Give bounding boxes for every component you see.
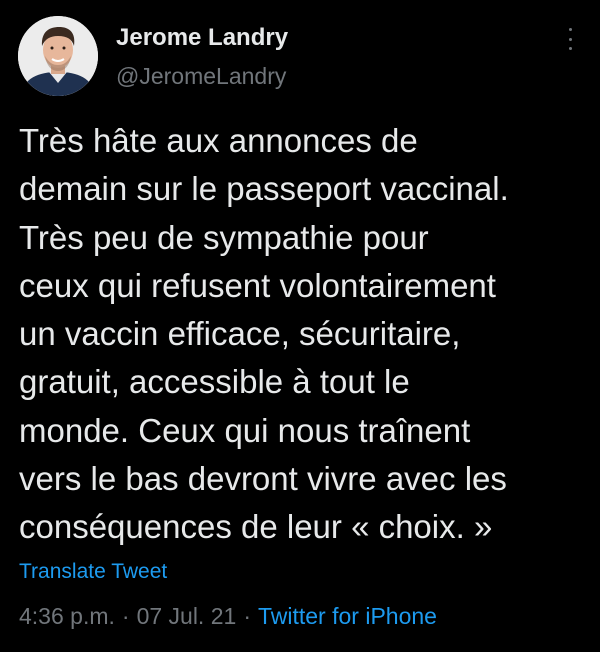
- more-vertical-icon[interactable]: [560, 28, 580, 50]
- meta-separator: ·: [121, 603, 130, 629]
- author-display-name[interactable]: Jerome Landry: [116, 24, 288, 52]
- tweet: Jerome Landry @JeromeLandry Très hâte au…: [0, 0, 600, 652]
- tweet-date[interactable]: 07 Jul. 21: [137, 603, 237, 629]
- meta-separator: ·: [243, 603, 251, 629]
- dot: [568, 47, 572, 50]
- translate-tweet-link[interactable]: Translate Tweet: [19, 560, 167, 584]
- tweet-text: Très hâte aux annonces de demain sur le …: [19, 122, 509, 546]
- tweet-source-link[interactable]: Twitter for iPhone: [258, 603, 437, 629]
- author-handle[interactable]: @JeromeLandry: [116, 63, 286, 90]
- profile-photo-icon: [18, 16, 98, 96]
- avatar[interactable]: [18, 16, 98, 96]
- dot: [568, 28, 572, 31]
- tweet-metadata: 4:36 p.m. · 07 Jul. 21 · Twitter for iPhone: [19, 603, 437, 630]
- dot: [568, 37, 572, 41]
- tweet-time[interactable]: 4:36 p.m.: [19, 603, 115, 629]
